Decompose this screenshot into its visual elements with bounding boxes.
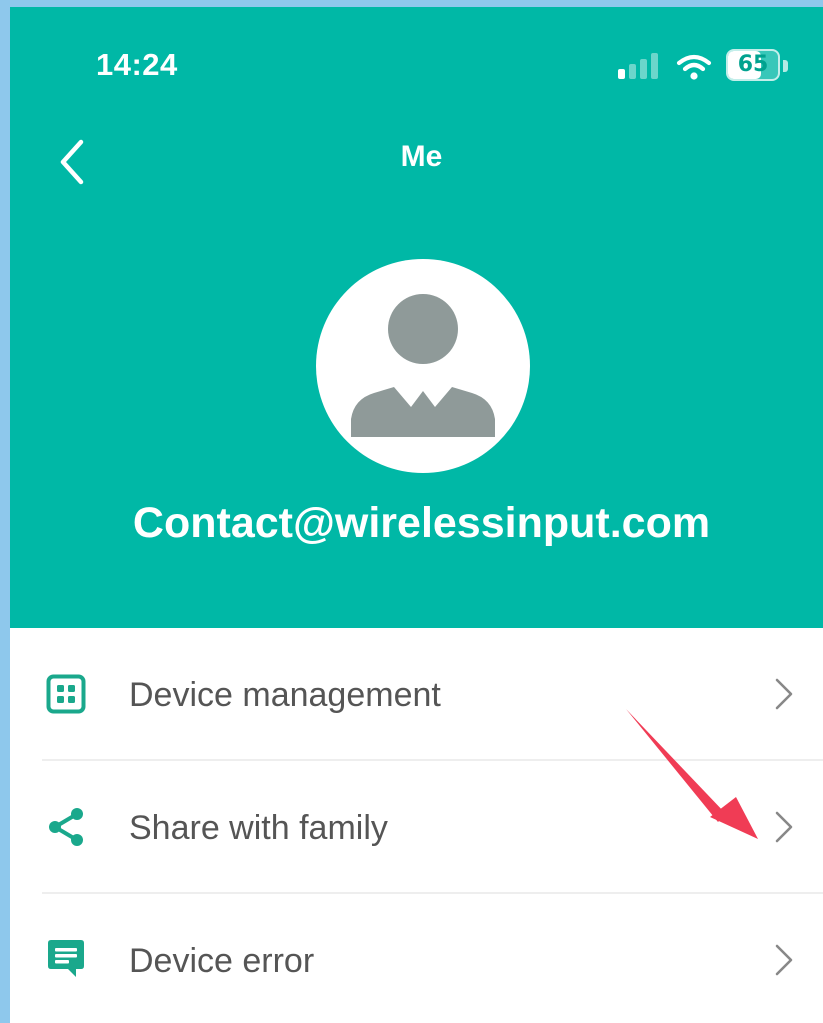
message-icon	[48, 940, 84, 977]
menu-list: Device management Share with family Devi…	[10, 628, 823, 1023]
signal-icon	[618, 53, 660, 79]
chevron-right-icon	[775, 944, 793, 976]
menu-item-label: Share with family	[129, 809, 388, 847]
avatar[interactable]	[316, 259, 530, 473]
menu-item-label: Device error	[129, 942, 315, 980]
user-email: Contact@wirelessinput.com	[132, 499, 711, 547]
chevron-right-icon	[775, 678, 793, 710]
user-avatar-icon	[351, 294, 495, 437]
menu-item-device-error[interactable]: Device error	[10, 894, 823, 1023]
page-title: Me	[400, 140, 443, 173]
chevron-right-icon	[775, 811, 793, 843]
battery-level: 65	[737, 52, 769, 77]
menu-item-device-management[interactable]: Device management	[10, 628, 823, 760]
grid-icon	[46, 674, 86, 714]
me-screen: 14:24 65 Me Contact@wirelessinput.com De…	[10, 7, 823, 1023]
wifi-icon	[676, 54, 712, 80]
battery-cap	[783, 60, 788, 72]
profile-header: 14:24 65 Me Contact@wirelessinput.com	[10, 7, 823, 628]
menu-item-share-with-family[interactable]: Share with family	[10, 761, 823, 893]
share-icon	[49, 808, 83, 846]
status-time: 14:24	[96, 47, 178, 82]
battery-icon: 65	[726, 49, 790, 83]
menu-item-label: Device management	[129, 676, 441, 714]
status-icons: 65	[618, 49, 798, 85]
